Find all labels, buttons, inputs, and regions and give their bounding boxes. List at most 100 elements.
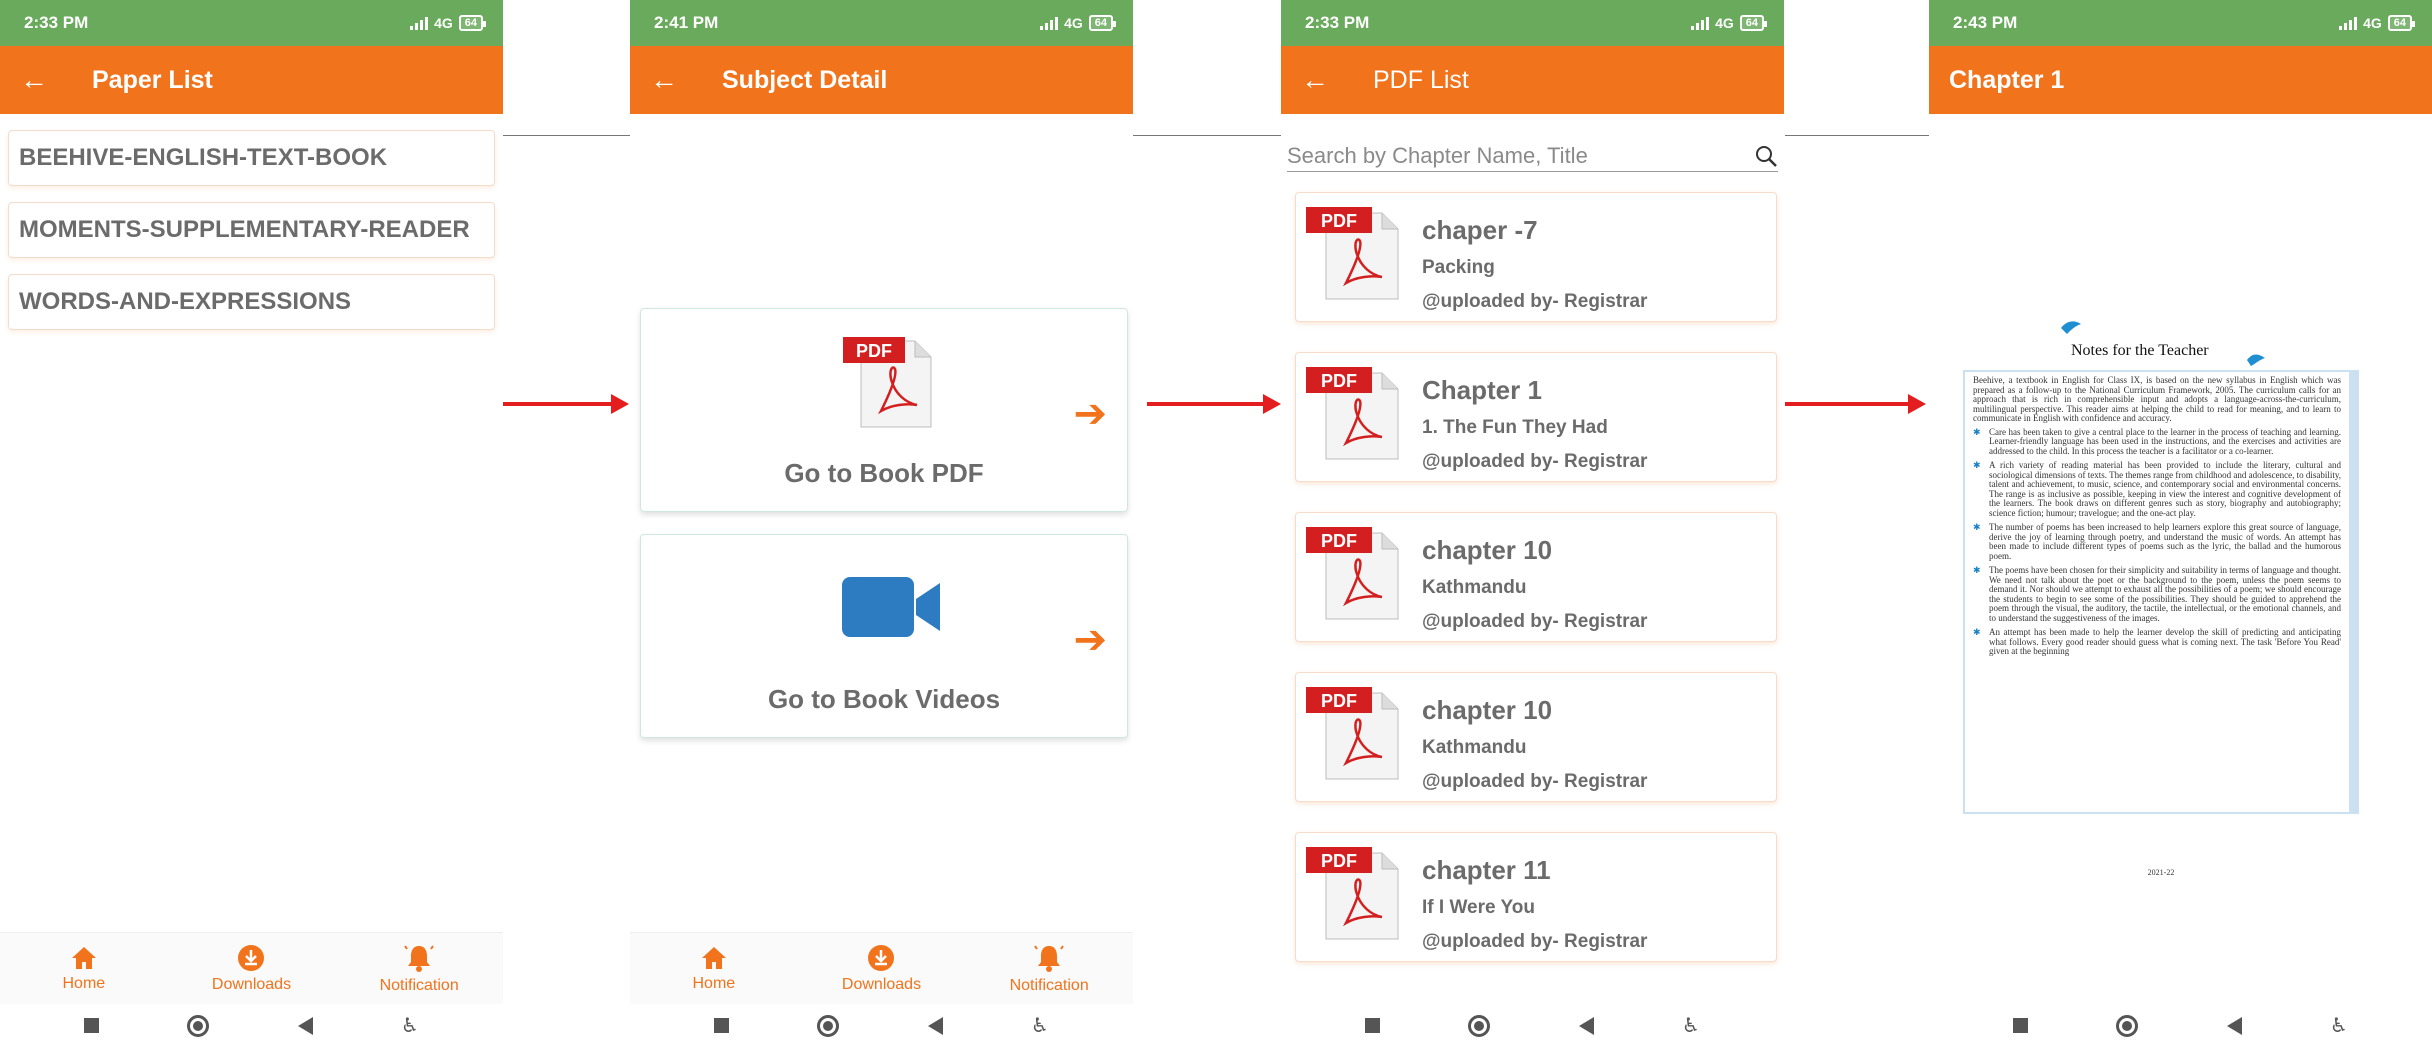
pdf-subtitle: Kathmandu — [1422, 737, 1527, 758]
page-title: Chapter 1 — [1949, 65, 2065, 94]
accessibility-icon[interactable]: ♿ — [2330, 1013, 2348, 1038]
svg-text:PDF: PDF — [1321, 531, 1357, 551]
app-bar: Chapter 1 — [1929, 46, 2432, 114]
pdf-title: chapter 10 — [1422, 695, 1553, 725]
svg-text:PDF: PDF — [1321, 851, 1357, 871]
home-button-icon[interactable] — [187, 1014, 210, 1037]
bell-icon — [1034, 944, 1064, 972]
download-icon — [868, 944, 895, 971]
recents-icon[interactable] — [1365, 1018, 1381, 1033]
flow-arrow-1 — [503, 394, 629, 414]
pdf-list-item[interactable]: PDF chaper -7 Packing @uploaded by- Registr… — [1295, 192, 1777, 322]
notes-bullet: The number of poems has been increased t… — [1973, 522, 2341, 561]
pdf-title: chapter 11 — [1422, 855, 1551, 885]
home-icon — [71, 946, 96, 969]
network-type: 4G — [434, 15, 453, 31]
arrow-right-icon: ➔ — [1073, 392, 1107, 436]
back-arrow-icon[interactable]: ← — [20, 66, 92, 94]
back-arrow-icon[interactable]: ← — [650, 66, 722, 94]
nav-downloads[interactable]: Downloads — [181, 944, 321, 994]
arrow-right-icon: ➔ — [1073, 618, 1107, 662]
status-time: 2:33 PM — [24, 13, 89, 32]
pdf-list-item[interactable]: PDF chapter 10 Kathmandu @uploaded by- Regi… — [1295, 672, 1777, 802]
bird-icon — [2061, 321, 2081, 334]
status-time: 2:33 PM — [1305, 13, 1370, 32]
bottom-navigation: Home Downloads Notification — [630, 932, 1133, 1004]
flow-arrow-2 — [1147, 394, 1281, 414]
notes-heading: Notes for the Teacher — [2071, 342, 2209, 359]
svg-text:PDF: PDF — [1321, 691, 1357, 711]
back-triangle-icon[interactable] — [2226, 1016, 2242, 1035]
network-type: 4G — [1064, 15, 1083, 31]
pdf-list-item[interactable]: PDF Chapter 1 1. The Fun They Had @uploaded… — [1295, 352, 1777, 482]
pdf-list-item[interactable]: PDF chapter 11 If I Were You @uploaded by- … — [1295, 832, 1777, 962]
pdf-subtitle: 1. The Fun They Had — [1422, 417, 1608, 438]
pdf-uploader: @uploaded by- Registrar — [1422, 611, 1648, 632]
nav-home[interactable]: Home — [644, 945, 784, 993]
system-nav-bar: ♿ — [1929, 1004, 2432, 1047]
signal-icon — [2339, 16, 2358, 30]
svg-text:PDF: PDF — [1321, 211, 1357, 231]
back-triangle-icon[interactable] — [927, 1016, 943, 1035]
notes-bullet: Care has been taken to give a central pl… — [1973, 427, 2341, 457]
nav-downloads[interactable]: Downloads — [811, 944, 951, 994]
page-title: Subject Detail — [722, 65, 888, 94]
pdf-title: chaper -7 — [1422, 215, 1538, 245]
system-nav-bar: ♿ — [630, 1004, 1133, 1047]
pdf-file-icon: PDF — [843, 337, 932, 428]
status-bar: 2:43 PM 4G 64 — [1929, 0, 2432, 46]
paper-item[interactable]: WORDS-AND-EXPRESSIONS — [8, 274, 495, 330]
bell-icon — [404, 944, 434, 972]
recents-icon[interactable] — [2013, 1018, 2029, 1033]
book-videos-label: Go to Book Videos — [767, 684, 1001, 714]
page-title: PDF List — [1373, 65, 1469, 94]
home-button-icon[interactable] — [817, 1014, 840, 1037]
pdf-viewer[interactable]: Notes for the Teacher Beehive, a textboo… — [1929, 114, 2432, 1004]
screen-subject-detail: 2:41 PM 4G 64 ← Subject Detail PDF ➔ Go … — [630, 0, 1133, 1047]
accessibility-icon[interactable]: ♿ — [1682, 1013, 1700, 1038]
pdf-title: chapter 10 — [1422, 535, 1553, 565]
back-triangle-icon[interactable] — [297, 1016, 313, 1035]
status-time: 2:43 PM — [1953, 13, 2018, 32]
bottom-navigation: Home Downloads Notification — [0, 932, 503, 1004]
back-triangle-icon[interactable] — [1578, 1016, 1594, 1035]
back-arrow-icon[interactable]: ← — [1301, 66, 1373, 94]
accessibility-icon[interactable]: ♿ — [401, 1013, 419, 1038]
pdf-page: Notes for the Teacher Beehive, a textboo… — [1963, 321, 2359, 877]
recents-icon[interactable] — [84, 1018, 100, 1033]
page-title: Paper List — [92, 65, 213, 94]
download-icon — [238, 944, 265, 971]
accessibility-icon[interactable]: ♿ — [1031, 1013, 1049, 1038]
bird-icon — [2247, 354, 2265, 366]
status-bar: 2:41 PM 4G 64 — [630, 0, 1133, 46]
book-videos-card[interactable]: ➔ Go to Book Videos — [640, 534, 1128, 738]
separator-line — [503, 135, 630, 136]
nav-notification[interactable]: Notification — [979, 943, 1119, 995]
pdf-file-icon: PDF — [1306, 847, 1399, 940]
battery-icon: 64 — [2387, 15, 2416, 31]
pdf-uploader: @uploaded by- Registrar — [1422, 291, 1648, 312]
notes-text: Beehive, a textbook in English for Class… — [1963, 370, 2359, 814]
pdf-subtitle: If I Were You — [1422, 897, 1535, 918]
home-button-icon[interactable] — [2116, 1014, 2139, 1037]
pdf-uploader: @uploaded by- Registrar — [1422, 451, 1648, 472]
search-icon[interactable] — [1754, 144, 1778, 168]
pdf-list-item[interactable]: PDF chapter 10 Kathmandu @uploaded by- Regi… — [1295, 512, 1777, 642]
battery-icon: 64 — [1739, 15, 1768, 31]
battery-icon: 64 — [1088, 15, 1117, 31]
home-button-icon[interactable] — [1468, 1014, 1491, 1037]
network-type: 4G — [2363, 15, 2382, 31]
app-bar: ← PDF List — [1281, 46, 1784, 114]
app-bar: ← Paper List — [0, 46, 503, 114]
search-input[interactable] — [1287, 142, 1717, 169]
paper-item[interactable]: BEEHIVE-ENGLISH-TEXT-BOOK — [8, 130, 495, 186]
book-pdf-card[interactable]: PDF ➔ Go to Book PDF — [640, 308, 1128, 512]
notes-bullet: A rich variety of reading material has b… — [1973, 460, 2341, 518]
pdf-title: Chapter 1 — [1422, 375, 1542, 405]
book-pdf-label: Go to Book PDF — [784, 458, 984, 488]
nav-home[interactable]: Home — [14, 945, 154, 993]
nav-notification[interactable]: Notification — [349, 943, 489, 995]
recents-icon[interactable] — [714, 1018, 730, 1033]
paper-item[interactable]: MOMENTS-SUPPLEMENTARY-READER — [8, 202, 495, 258]
app-bar: ← Subject Detail — [630, 46, 1133, 114]
